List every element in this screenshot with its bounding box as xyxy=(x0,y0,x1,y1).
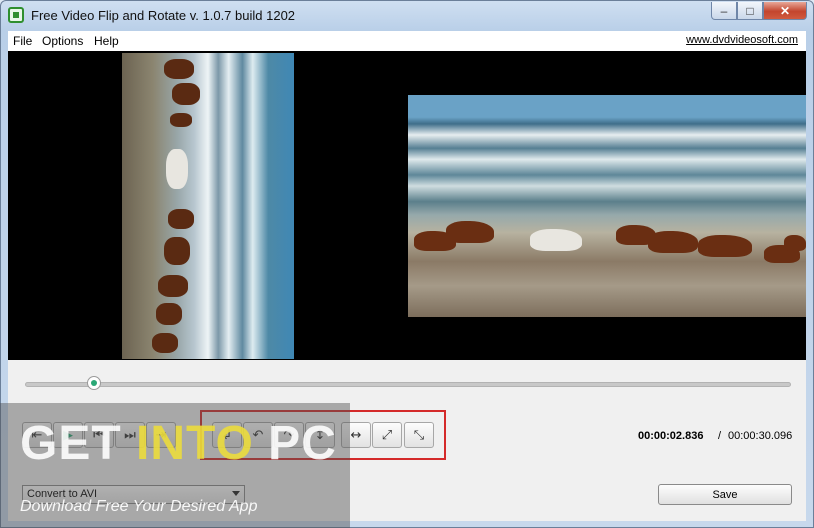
source-video-frame xyxy=(122,53,294,359)
seek-handle[interactable] xyxy=(86,376,101,390)
menu-help[interactable]: Help xyxy=(94,34,119,48)
video-preview-area xyxy=(8,51,806,360)
current-time: 00:00:02.836 xyxy=(638,430,704,442)
maximize-button[interactable]: □ xyxy=(737,2,763,20)
menu-options[interactable]: Options xyxy=(42,34,83,48)
close-button[interactable]: ✕ xyxy=(763,2,807,20)
minimize-icon: – xyxy=(720,3,728,18)
total-time: 00:00:30.096 xyxy=(728,430,793,442)
minimize-button[interactable]: – xyxy=(711,2,737,20)
maximize-icon: □ xyxy=(746,3,754,18)
watermark-tagline: Download Free Your Desired App xyxy=(20,498,258,515)
watermark-logo: GET INTO PC xyxy=(20,417,337,470)
window-title: Free Video Flip and Rotate v. 1.0.7 buil… xyxy=(31,8,296,23)
menu-bar: File Options Help www.dvdvideosoft.com xyxy=(8,31,806,51)
window-controls: – □ ✕ xyxy=(711,2,807,20)
time-separator: / xyxy=(718,430,722,442)
menu-file[interactable]: File xyxy=(13,34,32,48)
seek-bar[interactable] xyxy=(25,382,791,387)
output-video-frame xyxy=(408,95,806,317)
title-bar[interactable]: Free Video Flip and Rotate v. 1.0.7 buil… xyxy=(1,1,813,31)
save-button[interactable]: Save xyxy=(658,484,792,505)
app-icon xyxy=(8,7,24,23)
close-icon: ✕ xyxy=(779,3,791,18)
website-link[interactable]: www.dvdvideosoft.com xyxy=(686,34,798,46)
